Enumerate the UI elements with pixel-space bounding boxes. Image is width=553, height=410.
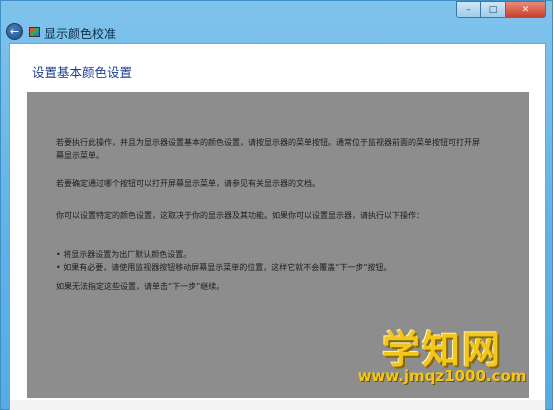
titlebar: ← 显示颜色校准 – □ ✕	[1, 1, 552, 43]
window-controls: – □ ✕	[456, 1, 546, 18]
instruction-paragraph-1: 若要执行此操作，并且为显示器设置基本的颜色设置，请按显示器的菜单按钮。通常位于监…	[56, 138, 480, 160]
page-title: 设置基本颜色设置	[32, 65, 133, 80]
watermark-logo-text: 学知网	[381, 328, 502, 372]
maximize-button[interactable]: □	[481, 1, 506, 18]
minimize-button[interactable]: –	[456, 1, 481, 18]
header-band: 设置基本颜色设置	[10, 44, 545, 91]
maximize-icon: □	[488, 4, 498, 15]
back-button[interactable]: ←	[6, 23, 23, 40]
footer-paragraph: 如果无法指定这些设置，请单击“下一步”继续。	[56, 282, 225, 291]
bullet-item-2: • 如果有必要，请使用监视器按钮移动屏幕显示菜单的位置，这样它就不会覆盖“下一步…	[56, 263, 392, 272]
window-title: 显示颜色校准	[44, 27, 117, 41]
watermark-url: www.jmqz1000.com	[357, 367, 527, 385]
minimize-icon: –	[466, 4, 471, 15]
close-button[interactable]: ✕	[506, 1, 546, 18]
instruction-paragraph-2: 若要确定通过哪个按钮可以打开屏幕显示菜单，请参见有关显示器的文档。	[56, 179, 320, 188]
instruction-paragraph-3: 你可以设置特定的颜色设置，这取决于你的显示器及其功能。如果你可以设置显示器，请执…	[56, 211, 424, 220]
bullet-item-1: • 将显示器设置为出厂默认颜色设置。	[56, 250, 192, 259]
window: ← 显示颜色校准 – □ ✕ 设置基本颜色设置 若要执行此操作，并且为显示器设置…	[0, 0, 553, 410]
display-color-icon	[29, 27, 40, 37]
bottom-band	[10, 400, 545, 410]
instruction-bullets: • 将显示器设置为出厂默认颜色设置。 • 如果有必要，请使用监视器按钮移动屏幕显…	[56, 248, 486, 274]
watermark: 学知网 www.jmqz1000.com	[352, 319, 532, 389]
close-icon: ✕	[521, 4, 530, 15]
back-arrow-icon: ←	[9, 25, 20, 38]
